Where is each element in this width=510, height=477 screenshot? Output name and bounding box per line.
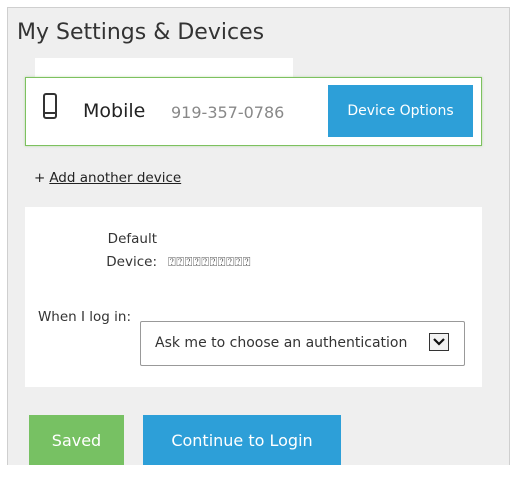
mobile-phone-icon — [43, 93, 57, 119]
when-login-label: When I log in: — [37, 309, 131, 325]
default-device-value: ⍰⍰⍰⍰⍰⍰⍰⍰⍰⍰ — [168, 255, 252, 270]
continue-to-login-button[interactable]: Continue to Login — [143, 415, 341, 465]
header-strip — [35, 58, 293, 78]
add-device-link-text[interactable]: Add another device — [49, 170, 181, 186]
plus-icon: + — [34, 170, 46, 186]
device-type-label: Mobile — [83, 100, 146, 122]
device-phone-number: 919-357-0786 — [171, 103, 285, 122]
chevron-down-icon[interactable] — [429, 333, 449, 351]
page-title: My Settings & Devices — [17, 20, 265, 45]
default-device-label: Default Device: — [106, 231, 157, 270]
device-options-button[interactable]: Device Options — [328, 85, 473, 137]
add-another-device-link[interactable]: + Add another device — [34, 170, 181, 186]
login-settings-box: Default Device: ⍰⍰⍰⍰⍰⍰⍰⍰⍰⍰ When I log in… — [25, 207, 482, 387]
device-card: Mobile 919-357-0786 Device Options — [25, 77, 482, 146]
saved-button[interactable]: Saved — [29, 415, 124, 465]
authentication-select[interactable]: Ask me to choose an authentication — [140, 321, 465, 366]
bottom-cover — [0, 465, 510, 477]
authentication-select-value: Ask me to choose an authentication — [155, 335, 408, 351]
